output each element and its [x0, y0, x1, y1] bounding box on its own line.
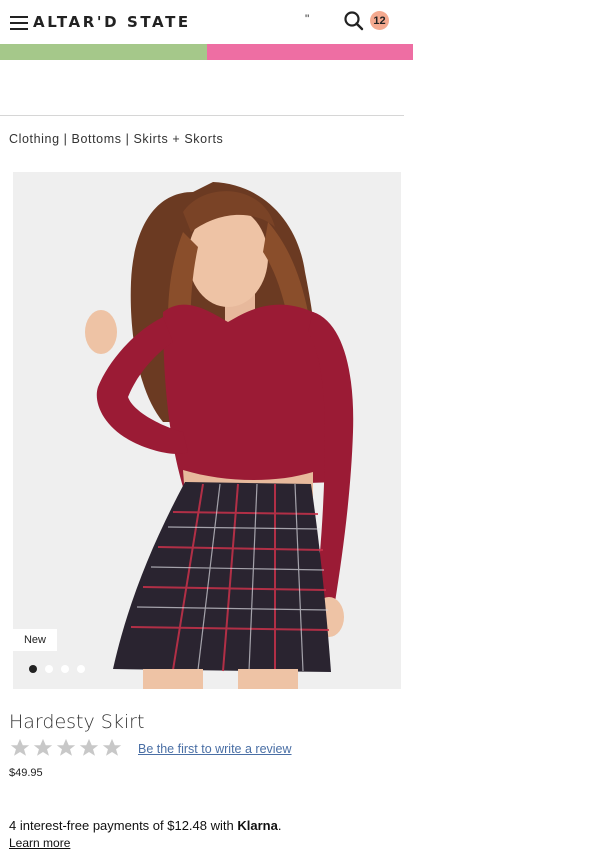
quote-glyph: "	[305, 12, 310, 26]
carousel-dot-1[interactable]	[29, 665, 37, 673]
divider	[0, 115, 404, 116]
rating-stars[interactable]	[9, 737, 123, 759]
product-title: Hardesty Skirt	[9, 711, 145, 733]
klarna-message: 4 interest-free payments of $12.48 with …	[9, 818, 281, 833]
breadcrumb-clothing[interactable]: Clothing	[9, 132, 60, 146]
star-icon	[33, 738, 53, 756]
bag-count-badge[interactable]: 12	[370, 11, 389, 30]
carousel-dot-4[interactable]	[77, 665, 85, 673]
carousel-dot-2[interactable]	[45, 665, 53, 673]
star-icon	[10, 738, 30, 756]
search-icon[interactable]	[343, 10, 365, 32]
breadcrumb-separator: |	[63, 132, 68, 146]
menu-icon[interactable]	[10, 16, 28, 30]
klarna-suffix: .	[277, 818, 282, 833]
promo-bar-right[interactable]	[207, 44, 413, 60]
product-image[interactable]: New	[13, 172, 401, 689]
write-review-link[interactable]: Be the first to write a review	[138, 742, 292, 756]
header: ALTAR'D STATE " 12	[0, 0, 413, 44]
star-icon	[102, 738, 122, 756]
breadcrumb-separator: |	[125, 132, 130, 146]
new-badge: New	[13, 629, 57, 651]
carousel-dot-3[interactable]	[61, 665, 69, 673]
promo-bar-left[interactable]	[0, 44, 207, 60]
breadcrumb-skirts-skorts[interactable]: Skirts + Skorts	[133, 132, 223, 146]
model-illustration	[13, 172, 401, 689]
klarna-learn-more-link[interactable]: Learn more	[9, 836, 70, 850]
klarna-prefix: 4 interest-free payments of $12.48 with	[9, 818, 234, 833]
carousel-dots	[29, 665, 85, 673]
product-price: $49.95	[9, 767, 43, 779]
breadcrumb-bottoms[interactable]: Bottoms	[72, 132, 122, 146]
breadcrumb: Clothing | Bottoms | Skirts + Skorts	[9, 132, 223, 146]
star-icon	[56, 738, 76, 756]
promo-bar[interactable]	[0, 44, 413, 60]
brand-logo[interactable]: ALTAR'D STATE	[33, 13, 191, 31]
klarna-brand: Klarna	[237, 818, 278, 833]
star-icon	[79, 738, 99, 756]
